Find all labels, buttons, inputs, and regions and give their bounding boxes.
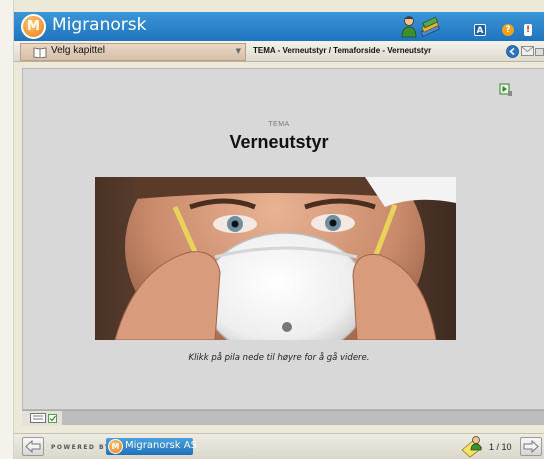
chevron-down-icon[interactable]: ▼ xyxy=(236,47,241,55)
app-title: Migranorsk xyxy=(52,15,147,35)
brand-badge-icon: M xyxy=(108,439,123,454)
left-strip xyxy=(0,0,14,459)
arrow-left-icon xyxy=(25,439,41,454)
mail-icon[interactable] xyxy=(521,46,534,57)
hero-image xyxy=(95,177,456,340)
app-logo-icon: M xyxy=(21,14,46,39)
brand-name: Migranorsk AS xyxy=(125,440,197,451)
breadcrumb: TEMA - Verneutstyr / Temaforside - Verne… xyxy=(253,46,432,55)
chapter-select[interactable]: Velg kapittel ▼ xyxy=(20,43,246,61)
instruction-caption: Klikk på pila nede til høyre for å gå vi… xyxy=(188,353,370,363)
help-button[interactable]: ? xyxy=(502,24,514,36)
bottom-bar: POWERED BY M Migranorsk AS 1 / 10 xyxy=(14,433,544,459)
play-media-icon[interactable] xyxy=(499,83,513,97)
powered-by-label: POWERED BY xyxy=(51,444,111,451)
back-circle-icon[interactable] xyxy=(506,45,519,58)
nav-bar: Velg kapittel ▼ TEMA - Verneutstyr / Tem… xyxy=(14,41,544,62)
header-tools xyxy=(398,15,442,39)
page-counter: 1 / 10 xyxy=(489,442,512,452)
keyboard-icon[interactable] xyxy=(30,413,46,423)
topic-kicker: TEMA xyxy=(268,121,290,128)
content-footer xyxy=(22,410,544,426)
font-button[interactable]: A xyxy=(474,24,486,36)
app-header: M Migranorsk A ? ! xyxy=(14,12,544,41)
next-page-button[interactable] xyxy=(520,437,542,456)
brand-logo[interactable]: M Migranorsk AS xyxy=(106,438,197,455)
arrow-right-icon xyxy=(523,439,539,454)
checkbox-icon[interactable] xyxy=(48,414,57,423)
content-footer-tools xyxy=(22,411,62,426)
previous-page-button[interactable] xyxy=(22,437,44,456)
worker-dust-mask-photo xyxy=(95,177,456,340)
chapter-select-value: Velg kapittel xyxy=(51,45,105,56)
notepad-user-icon[interactable] xyxy=(460,434,484,458)
info-button[interactable]: ! xyxy=(524,24,532,36)
content-panel: TEMA Verneutstyr Klikk på pila nede til … xyxy=(22,68,544,410)
print-icon[interactable] xyxy=(535,46,544,57)
books-icon[interactable] xyxy=(419,15,441,39)
learners-icon[interactable] xyxy=(398,15,420,39)
open-book-icon xyxy=(33,47,47,58)
page-title: Verneutstyr xyxy=(229,132,329,152)
